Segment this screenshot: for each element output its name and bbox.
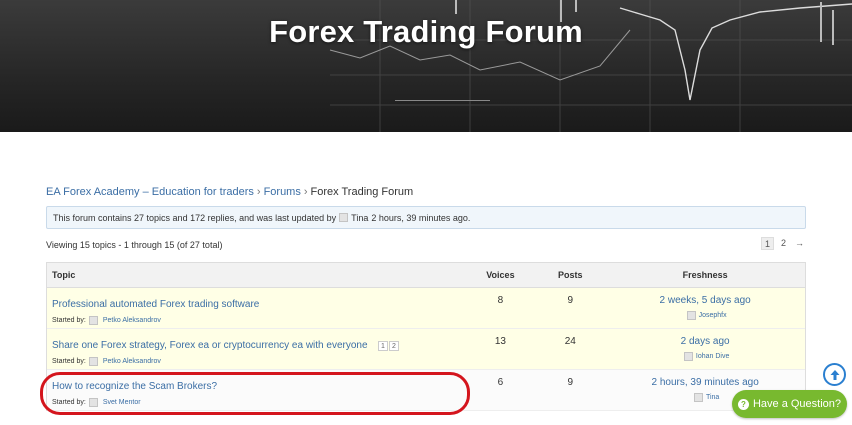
table-header: Topic Voices Posts Freshness bbox=[47, 263, 805, 288]
avatar bbox=[683, 352, 693, 361]
author-link[interactable]: Svet Mentor bbox=[103, 399, 141, 406]
table-row: Share one Forex strategy, Forex ea or cr… bbox=[47, 329, 805, 370]
page-1-current: 1 bbox=[761, 237, 774, 250]
page-2-link[interactable]: 2 bbox=[777, 237, 790, 250]
topic-page-1[interactable]: 1 bbox=[377, 341, 388, 351]
avatar bbox=[693, 393, 703, 402]
freshness-link[interactable]: 2 hours, 39 minutes ago bbox=[605, 377, 805, 388]
forum-info-user[interactable]: Tina bbox=[351, 213, 368, 223]
breadcrumb-forums-link[interactable]: Forums bbox=[264, 186, 301, 198]
header-topic: Topic bbox=[52, 270, 76, 280]
topic-cell: How to recognize the Scam Brokers? Start… bbox=[47, 370, 465, 407]
table-row: Professional automated Forex trading sof… bbox=[47, 288, 805, 329]
scroll-to-top-button[interactable] bbox=[823, 363, 846, 386]
last-user: Josephfx bbox=[605, 311, 805, 320]
started-label: Started by: bbox=[52, 399, 86, 406]
topic-link[interactable]: How to recognize the Scam Brokers? bbox=[52, 381, 217, 392]
posts-count: 9 bbox=[567, 295, 574, 306]
author-link[interactable]: Petko Aleksandrov bbox=[103, 317, 161, 324]
breadcrumb-home-link[interactable]: EA Forex Academy – Education for traders bbox=[46, 186, 254, 198]
topic-link[interactable]: Professional automated Forex trading sof… bbox=[52, 299, 259, 310]
freshness-link[interactable]: 2 weeks, 5 days ago bbox=[605, 295, 805, 306]
forum-info-time: 2 hours, 39 minutes ago. bbox=[371, 212, 471, 223]
pagination: 1 2 → bbox=[761, 237, 806, 250]
topic-link[interactable]: Share one Forex strategy, Forex ea or cr… bbox=[52, 340, 368, 351]
avatar bbox=[686, 311, 696, 320]
question-icon: ? bbox=[737, 398, 749, 410]
topics-count-text: Viewing 15 topics - 1 through 15 (of 27 … bbox=[46, 240, 223, 250]
started-by: Started by: Petko Aleksandrov bbox=[52, 357, 465, 366]
page-title: Forex Trading Forum bbox=[269, 14, 583, 49]
avatar bbox=[88, 398, 98, 407]
breadcrumb-separator: › bbox=[256, 186, 261, 198]
started-by: Started by: Svet Mentor bbox=[52, 398, 465, 407]
voices-count: 6 bbox=[497, 377, 504, 388]
page: Forex Trading Forum EA Forex Academy – E… bbox=[0, 0, 852, 425]
author-link[interactable]: Petko Aleksandrov bbox=[103, 358, 161, 365]
avatar bbox=[339, 213, 349, 222]
avatar bbox=[88, 357, 98, 366]
hero-banner: Forex Trading Forum bbox=[0, 0, 852, 132]
topics-table: Topic Voices Posts Freshness Professiona… bbox=[46, 262, 806, 411]
posts-count: 24 bbox=[564, 336, 576, 347]
topic-cell: Share one Forex strategy, Forex ea or cr… bbox=[47, 329, 465, 366]
header-freshness: Freshness bbox=[682, 270, 728, 280]
started-by: Started by: Petko Aleksandrov bbox=[52, 316, 465, 325]
last-user: Iohan Dive bbox=[605, 352, 805, 361]
voices-count: 8 bbox=[497, 295, 504, 306]
table-row: How to recognize the Scam Brokers? Start… bbox=[47, 370, 805, 411]
started-label: Started by: bbox=[52, 358, 86, 365]
have-a-question-button[interactable]: ? Have a Question? bbox=[732, 390, 847, 418]
last-user-link[interactable]: Josephfx bbox=[699, 312, 727, 319]
breadcrumb-separator: › bbox=[303, 186, 308, 198]
posts-count: 9 bbox=[567, 377, 574, 388]
voices-count: 13 bbox=[494, 336, 506, 347]
topic-cell: Professional automated Forex trading sof… bbox=[47, 288, 465, 325]
header-posts: Posts bbox=[558, 270, 583, 280]
freshness-cell: 2 days ago Iohan Dive bbox=[605, 329, 805, 361]
forum-info-box: This forum contains 27 topics and 172 re… bbox=[46, 206, 806, 229]
breadcrumb: EA Forex Academy – Education for traders… bbox=[46, 186, 413, 198]
arrow-up-icon bbox=[830, 369, 839, 380]
breadcrumb-current: Forex Trading Forum bbox=[310, 186, 414, 198]
last-user-link[interactable]: Tina bbox=[706, 394, 719, 401]
freshness-cell: 2 weeks, 5 days ago Josephfx bbox=[605, 288, 805, 320]
next-page-link[interactable]: → bbox=[793, 237, 806, 250]
forum-info-text: This forum contains 27 topics and 172 re… bbox=[53, 212, 337, 223]
topic-page-2[interactable]: 2 bbox=[388, 341, 399, 351]
last-user-link[interactable]: Iohan Dive bbox=[696, 353, 729, 360]
started-label: Started by: bbox=[52, 317, 86, 324]
topic-pagination: 12 bbox=[377, 335, 399, 353]
freshness-link[interactable]: 2 days ago bbox=[605, 336, 805, 347]
have-a-question-label: Have a Question? bbox=[752, 398, 842, 410]
avatar bbox=[88, 316, 98, 325]
header-voices: Voices bbox=[486, 270, 515, 280]
